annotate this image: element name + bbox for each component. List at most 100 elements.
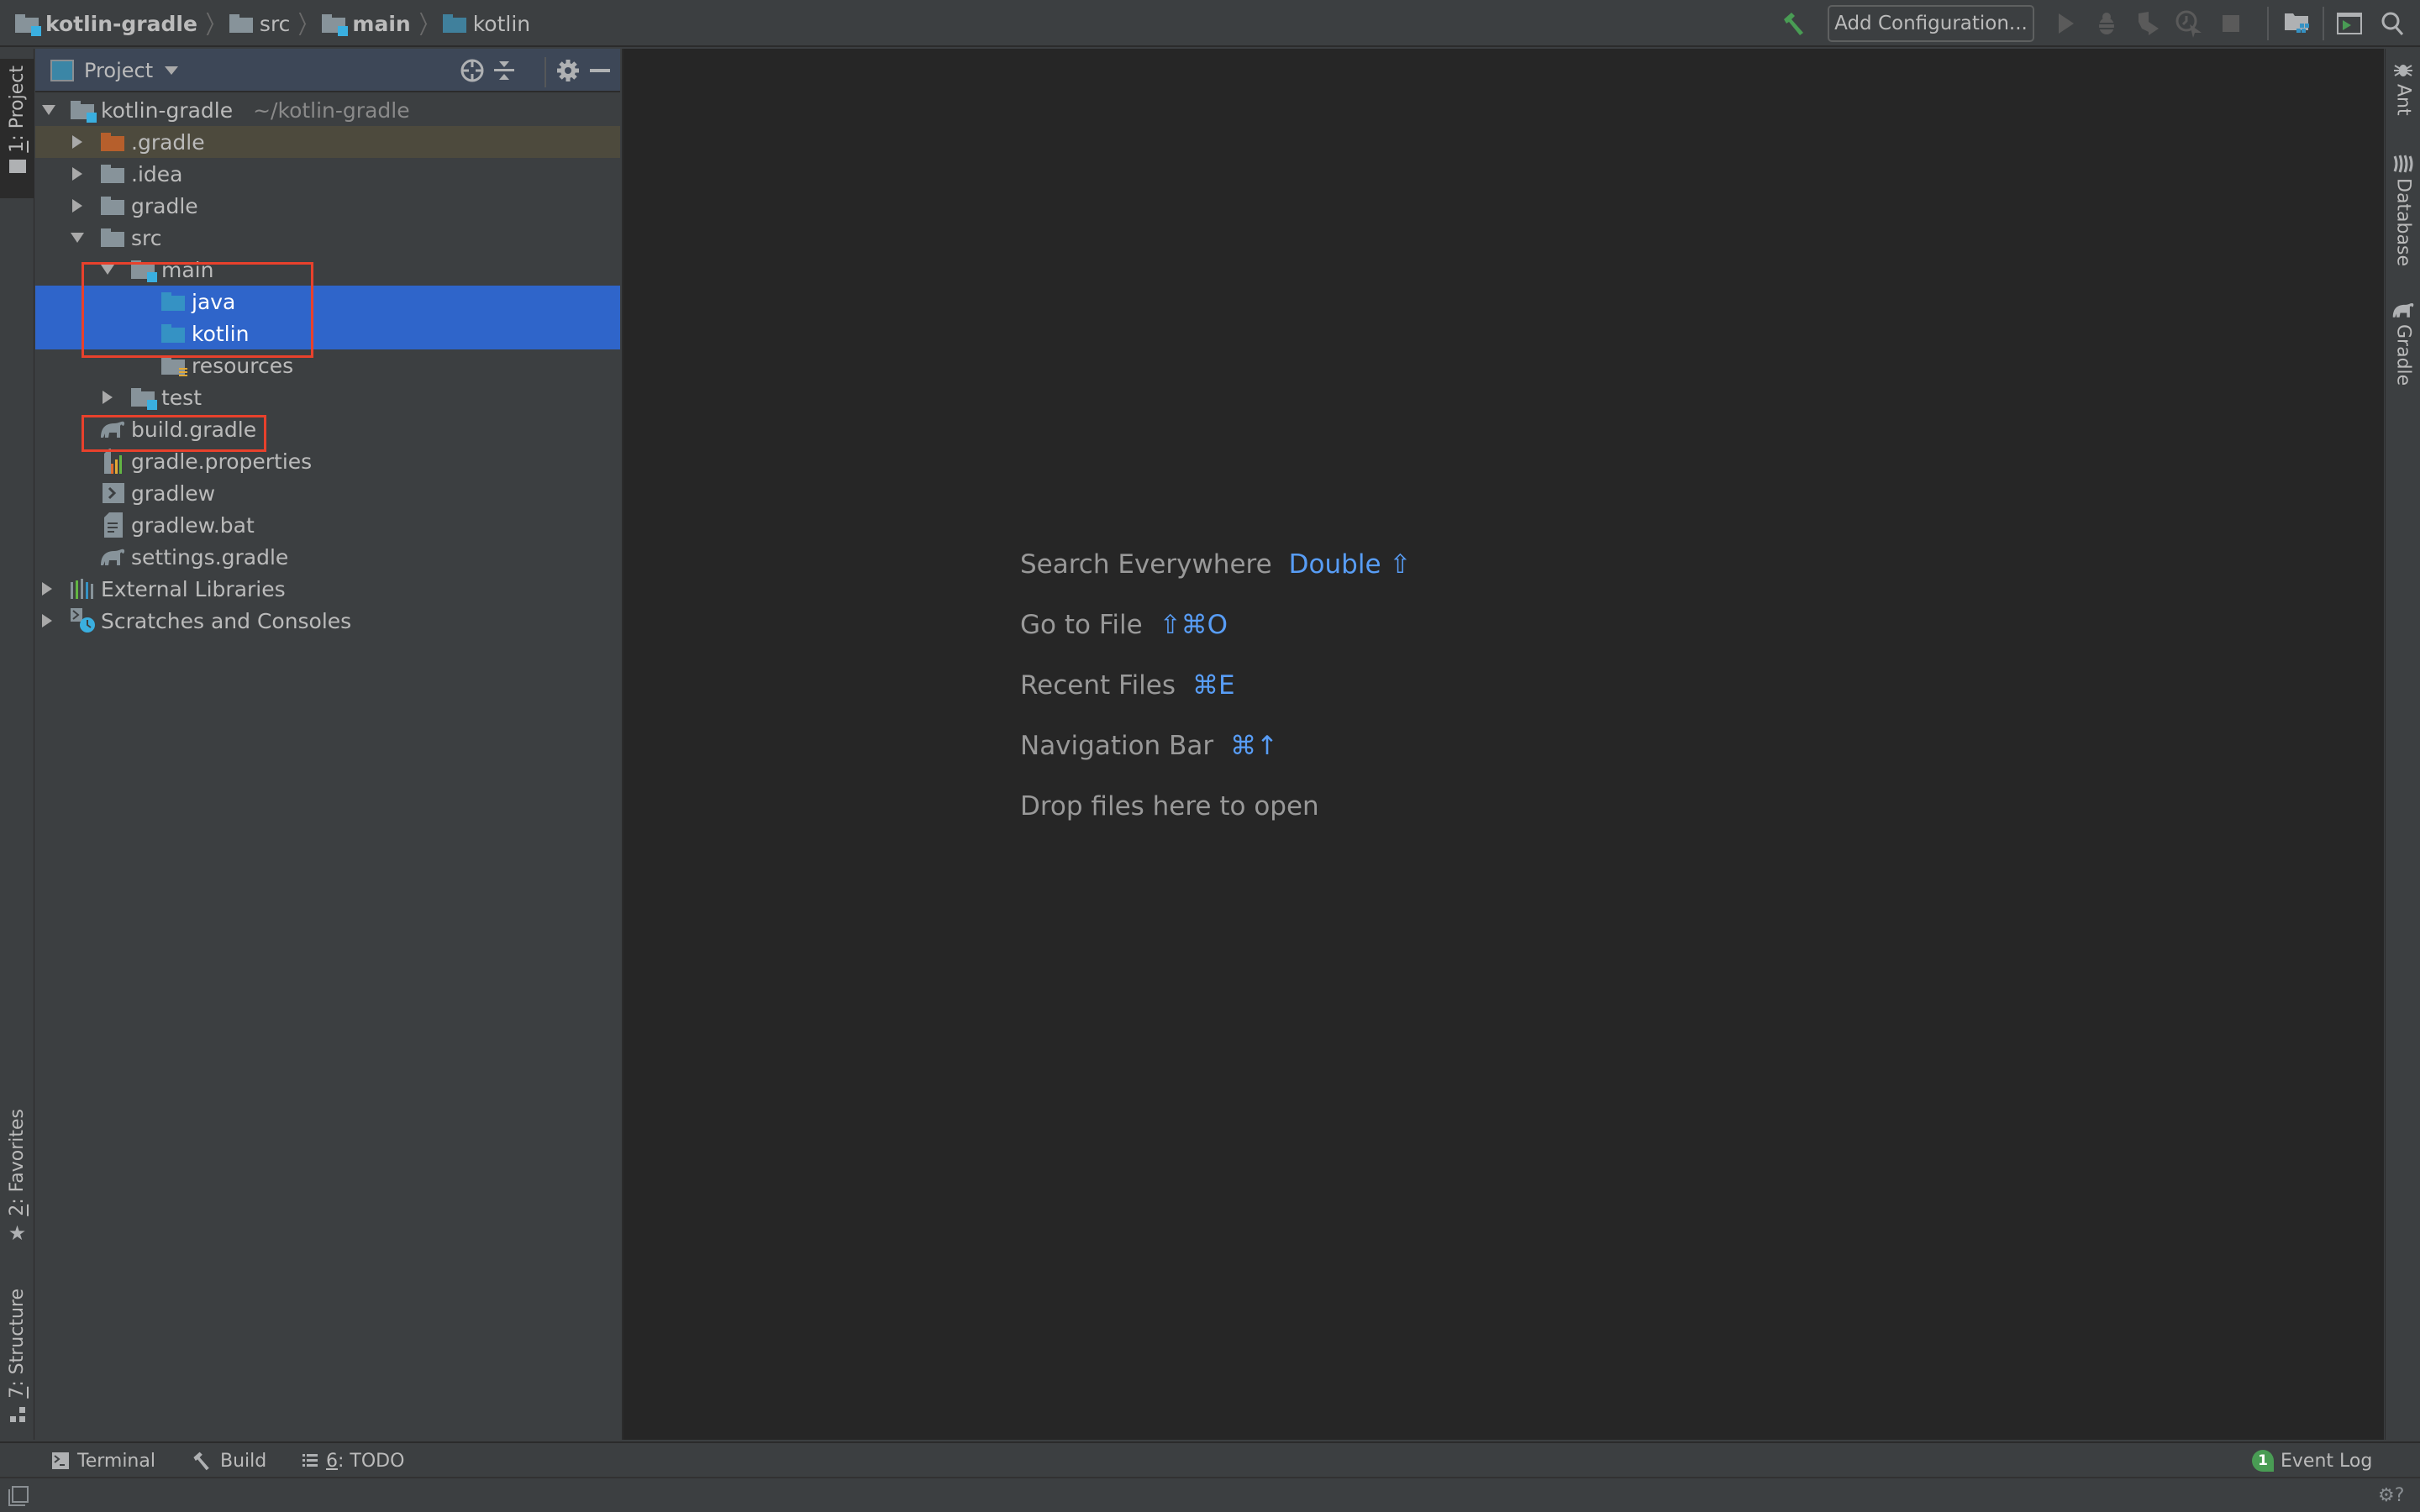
folder-icon xyxy=(101,165,124,183)
star-icon: ★ xyxy=(8,1221,27,1245)
chevron-right-icon[interactable] xyxy=(42,582,52,596)
tree-item-kotlin[interactable]: kotlin xyxy=(35,318,620,349)
tree-item-main[interactable]: main xyxy=(35,254,620,286)
tab-structure[interactable]: 7: Structure xyxy=(0,1289,34,1438)
coverage-icon[interactable] xyxy=(2129,0,2168,47)
run-icon[interactable] xyxy=(2047,0,2086,47)
settings-help-icon[interactable]: ⚙? xyxy=(2378,1483,2404,1509)
tab-event-log-label: Event Log xyxy=(2281,1450,2373,1472)
tab-favorites[interactable]: 2: Favorites ★ xyxy=(0,1109,34,1277)
tree-item-java[interactable]: java xyxy=(35,286,620,318)
tab-ant[interactable]: Ant xyxy=(2386,60,2420,144)
project-tool-window: Project kotlin-gradle ~/kotlin-gradle .gr… xyxy=(35,49,620,1440)
tree-item-label: gradlew xyxy=(131,480,216,506)
tree-item-external-libraries[interactable]: External Libraries xyxy=(35,573,620,605)
breadcrumb-item-main[interactable]: main xyxy=(322,11,411,36)
hint-shortcut: ⇧⌘O xyxy=(1159,610,1228,640)
breadcrumb-label: main xyxy=(352,11,411,36)
tab-project-label: 1: Project xyxy=(7,66,28,153)
tab-event-log[interactable]: 1 Event Log xyxy=(2252,1443,2372,1478)
tree-item-label: gradlew.bat xyxy=(131,512,255,538)
chevron-right-icon[interactable] xyxy=(72,135,82,149)
hint-go-to-file: Go to File ⇧⌘O xyxy=(1020,595,1411,655)
tree-item-scratches-and-consoles[interactable]: Scratches and Consoles xyxy=(35,605,620,637)
stop-icon[interactable] xyxy=(2212,0,2250,47)
tree-item-label: gradle.properties xyxy=(131,449,313,474)
breadcrumb: kotlin-gradle src main kotlin xyxy=(15,0,530,47)
debug-icon[interactable] xyxy=(2087,0,2126,47)
project-structure-icon[interactable] xyxy=(2277,0,2317,47)
test-folder-icon xyxy=(131,388,157,410)
hint-recent-files: Recent Files ⌘E xyxy=(1020,655,1411,716)
hint-navigation-bar: Navigation Bar ⌘↑ xyxy=(1020,716,1411,776)
tab-todo[interactable]: 6: TODO xyxy=(302,1443,404,1478)
tree-item-gradlew[interactable]: gradlew xyxy=(35,477,620,509)
tab-database[interactable]: Database xyxy=(2386,155,2420,281)
tree-item-dot-idea[interactable]: .idea xyxy=(35,158,620,190)
add-configuration-button[interactable]: Add Configuration... xyxy=(1828,5,2034,42)
source-folder-icon xyxy=(161,324,185,343)
tree-item-label: main xyxy=(161,257,214,282)
tree-item-settings-gradle[interactable]: settings.gradle xyxy=(35,541,620,573)
toolbar-separator xyxy=(2267,7,2269,40)
tree-item-label: java xyxy=(192,289,236,314)
empty-editor-hints: Search Everywhere Double ⇧ Go to File ⇧⌘… xyxy=(1020,534,1411,837)
tab-ant-label: Ant xyxy=(2392,84,2414,116)
settings-gear-icon[interactable] xyxy=(553,55,583,86)
tree-item-gradle-properties[interactable]: gradle.properties xyxy=(35,445,620,477)
tab-project[interactable]: 1: Project xyxy=(0,59,34,198)
tab-terminal[interactable]: Terminal xyxy=(52,1443,155,1478)
tree-item-dot-gradle[interactable]: .gradle xyxy=(35,126,620,158)
chevron-right-icon[interactable] xyxy=(103,391,113,404)
tree-item-kotlin-gradle[interactable]: kotlin-gradle ~/kotlin-gradle xyxy=(35,94,620,126)
chevron-right-icon[interactable] xyxy=(72,167,82,181)
tab-build[interactable]: Build xyxy=(192,1443,266,1478)
collapse-all-icon[interactable] xyxy=(489,55,519,86)
breadcrumb-separator xyxy=(208,9,219,38)
hint-search-everywhere: Search Everywhere Double ⇧ xyxy=(1020,534,1411,595)
editor-area[interactable]: Search Everywhere Double ⇧ Go to File ⇧⌘… xyxy=(622,49,2384,1440)
breadcrumb-item-src[interactable]: src xyxy=(229,12,290,36)
folder-icon xyxy=(101,197,124,215)
breadcrumb-item-kotlin-gradle[interactable]: kotlin-gradle xyxy=(15,12,197,36)
hint-label: Recent Files xyxy=(1020,670,1176,701)
list-icon xyxy=(302,1453,318,1468)
search-icon[interactable] xyxy=(2373,0,2412,47)
chevron-down-icon[interactable] xyxy=(101,265,114,275)
left-tool-window-stripe: 1: Project 2: Favorites ★ 7: Structure xyxy=(0,49,34,1440)
chevron-right-icon[interactable] xyxy=(42,614,52,627)
hint-label: Navigation Bar xyxy=(1020,731,1214,761)
terminal-icon xyxy=(52,1452,69,1469)
build-hammer-icon[interactable] xyxy=(1775,0,1813,47)
shell-script-icon xyxy=(103,483,124,503)
tree-item-label: src xyxy=(131,225,162,250)
tree-item-resources[interactable]: resources xyxy=(35,349,620,381)
hint-shortcut: Double ⇧ xyxy=(1288,549,1412,580)
chevron-down-icon[interactable] xyxy=(71,233,84,243)
project-tree: kotlin-gradle ~/kotlin-gradle .gradle .id… xyxy=(35,94,620,637)
header-separator xyxy=(544,57,546,87)
tree-item-test[interactable]: test xyxy=(35,381,620,413)
tree-item-build-gradle[interactable]: build.gradle xyxy=(35,413,620,445)
tree-item-gradlew-bat[interactable]: gradlew.bat xyxy=(35,509,620,541)
tree-item-gradle-folder[interactable]: gradle xyxy=(35,190,620,222)
hint-label: Go to File xyxy=(1020,610,1143,640)
breadcrumb-separator xyxy=(421,9,433,38)
project-view-icon xyxy=(50,60,74,81)
toggle-tool-windows-icon[interactable] xyxy=(8,1486,29,1506)
breadcrumb-separator xyxy=(300,9,312,38)
profile-icon[interactable] xyxy=(2170,0,2208,47)
text-file-icon xyxy=(104,512,123,538)
chevron-right-icon[interactable] xyxy=(72,199,82,213)
tree-item-src[interactable]: src xyxy=(35,222,620,254)
tree-item-label: kotlin-gradle xyxy=(101,97,234,123)
hide-panel-icon[interactable] xyxy=(585,55,615,86)
breadcrumb-item-kotlin[interactable]: kotlin xyxy=(442,12,530,36)
chevron-down-icon[interactable] xyxy=(42,105,55,115)
navigation-bar: kotlin-gradle src main kotlin Add Config… xyxy=(0,0,2420,47)
run-anything-icon[interactable] xyxy=(2331,0,2368,47)
locate-icon[interactable] xyxy=(457,55,487,86)
source-folder-icon xyxy=(161,292,185,311)
tab-gradle[interactable]: Gradle xyxy=(2386,301,2420,444)
project-view-selector[interactable]: Project xyxy=(50,49,179,92)
